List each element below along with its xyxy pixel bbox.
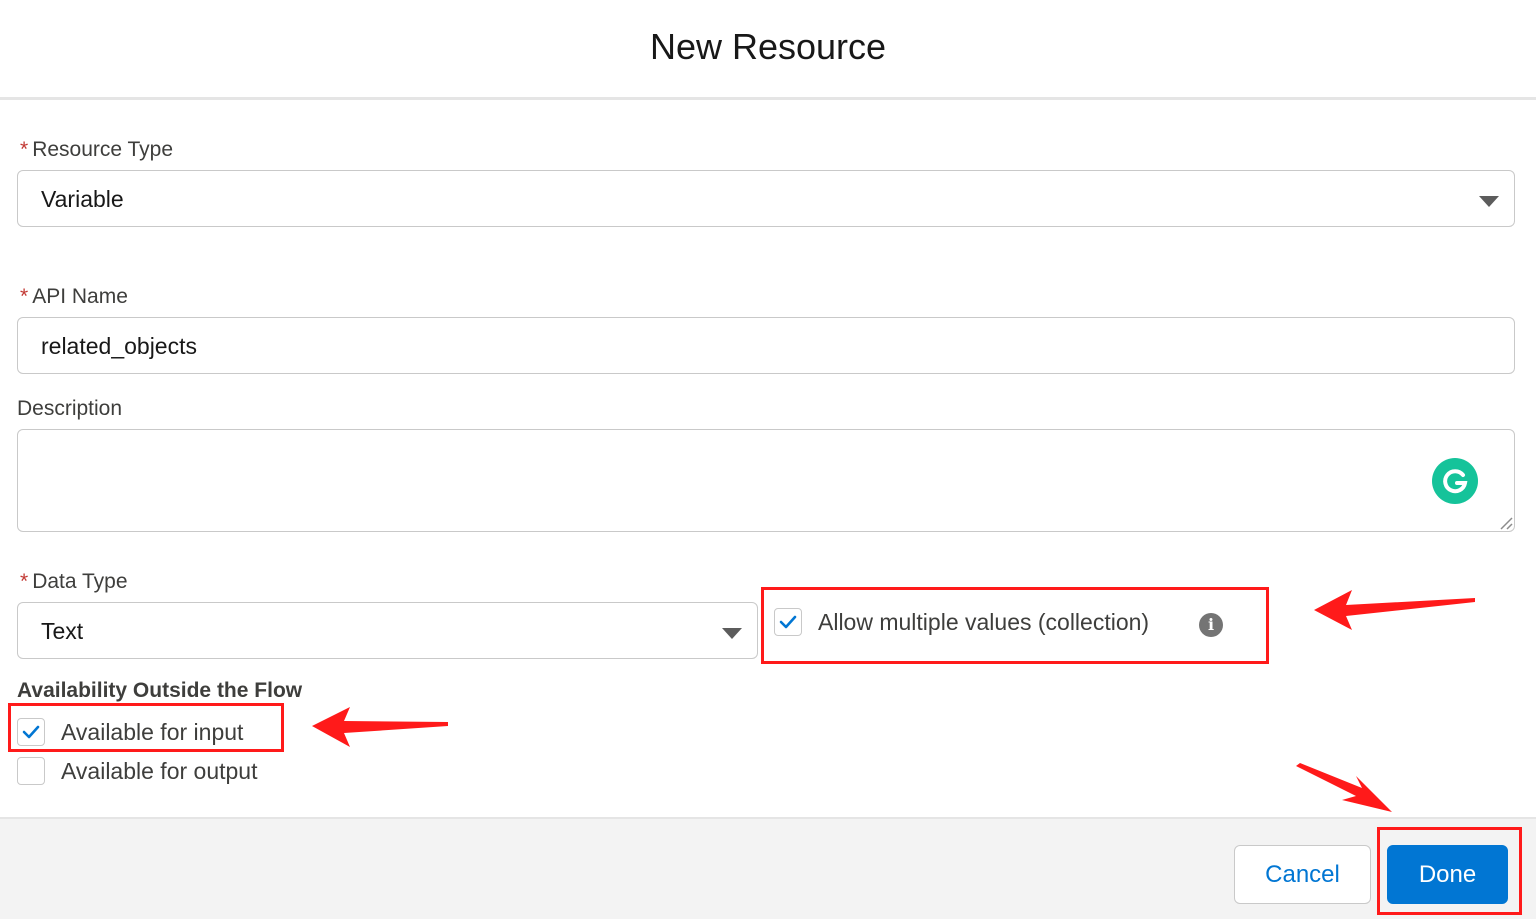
cancel-button[interactable]: Cancel xyxy=(1234,845,1371,904)
required-marker: * xyxy=(20,570,29,593)
modal-footer: Cancel Done xyxy=(0,817,1536,919)
grammarly-icon[interactable] xyxy=(1432,458,1478,504)
annotation-arrow-icon xyxy=(312,707,448,747)
modal-title: New Resource xyxy=(649,26,887,67)
api-name-label: * API Name xyxy=(20,285,128,309)
allow-multiple-checkbox[interactable] xyxy=(774,608,802,636)
available-output-label: Available for output xyxy=(61,758,258,784)
data-type-select[interactable]: Text xyxy=(17,602,758,659)
done-button[interactable]: Done xyxy=(1387,845,1508,904)
data-type-label-text: Data Type xyxy=(32,570,128,593)
available-output-checkbox[interactable] xyxy=(17,757,45,785)
description-label: Description xyxy=(17,397,123,420)
modal-header: New Resource xyxy=(0,0,1536,100)
resource-type-value: Variable xyxy=(41,186,124,212)
available-input-label: Available for input xyxy=(61,719,244,745)
checkmark-icon xyxy=(22,725,40,739)
chevron-down-icon xyxy=(722,628,742,639)
required-marker: * xyxy=(20,285,29,308)
chevron-down-icon xyxy=(1479,196,1499,207)
allow-multiple-label: Allow multiple values (collection) xyxy=(818,609,1150,635)
annotation-arrow-icon xyxy=(1314,590,1475,630)
checkmark-icon xyxy=(779,615,797,629)
availability-section-title: Availability Outside the Flow xyxy=(17,679,303,702)
resource-type-label-text: Resource Type xyxy=(32,138,174,161)
available-input-checkbox[interactable] xyxy=(17,718,45,746)
api-name-value: related_objects xyxy=(41,333,197,359)
resize-handle-icon[interactable] xyxy=(1499,516,1513,530)
api-name-input[interactable]: related_objects xyxy=(17,317,1515,374)
data-type-value: Text xyxy=(41,618,84,644)
info-icon[interactable]: i xyxy=(1199,613,1223,637)
annotation-arrow-icon xyxy=(1296,763,1392,812)
data-type-label: * Data Type xyxy=(20,570,128,594)
resource-type-select[interactable]: Variable xyxy=(17,170,1515,227)
required-marker: * xyxy=(20,138,29,161)
resource-type-label: * Resource Type xyxy=(20,138,173,162)
description-textarea[interactable] xyxy=(17,429,1515,532)
api-name-label-text: API Name xyxy=(32,285,128,308)
